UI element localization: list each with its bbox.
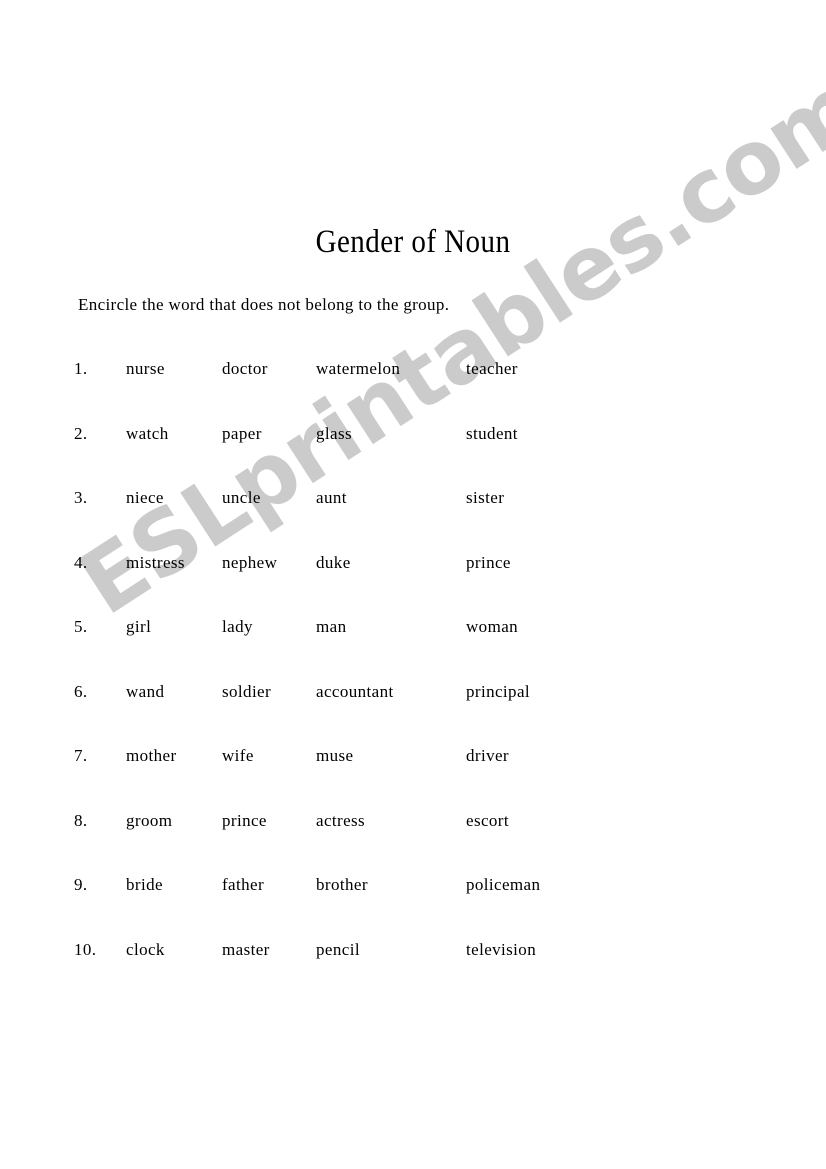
word-option-3[interactable]: duke xyxy=(316,531,466,596)
word-group-body: 1. nurse doctor watermelon teacher 2. watch pap… xyxy=(74,337,606,982)
word-option-1[interactable]: bride xyxy=(126,853,222,918)
row-number: 6. xyxy=(74,681,88,701)
word-option-3[interactable]: aunt xyxy=(316,466,466,531)
word-option-4[interactable]: student xyxy=(466,402,606,467)
word-option-2[interactable]: master xyxy=(222,918,316,983)
word-option-4[interactable]: teacher xyxy=(466,337,606,402)
word-option-2[interactable]: nephew xyxy=(222,531,316,596)
worksheet-content: Gender of Noun Encircle the word that do… xyxy=(0,0,826,1169)
word-option-3[interactable]: actress xyxy=(316,789,466,854)
word-option-2[interactable]: paper xyxy=(222,402,316,467)
table-row: 8. groom prince actress escort xyxy=(74,789,606,854)
word-option-3[interactable]: brother xyxy=(316,853,466,918)
row-number: 9. xyxy=(74,875,88,895)
word-option-1[interactable]: niece xyxy=(126,466,222,531)
word-option-4[interactable]: prince xyxy=(466,531,606,596)
word-option-4[interactable]: policeman xyxy=(466,853,606,918)
word-option-4[interactable]: television xyxy=(466,918,606,983)
word-option-1[interactable]: clock xyxy=(126,918,222,983)
word-option-1[interactable]: nurse xyxy=(126,337,222,402)
row-number: 5. xyxy=(74,617,88,637)
row-number: 10. xyxy=(74,939,97,959)
page-title: Gender of Noun xyxy=(315,224,511,261)
row-number: 4. xyxy=(74,552,88,572)
word-option-1[interactable]: girl xyxy=(126,595,222,660)
table-row: 1. nurse doctor watermelon teacher xyxy=(74,337,606,402)
table-row: 9. bride father brother policeman xyxy=(74,853,606,918)
row-number: 1. xyxy=(74,359,88,379)
word-option-2[interactable]: father xyxy=(222,853,316,918)
word-option-4[interactable]: principal xyxy=(466,660,606,725)
word-option-3[interactable]: muse xyxy=(316,724,466,789)
table-row: 2. watch paper glass student xyxy=(74,402,606,467)
row-number: 2. xyxy=(74,423,88,443)
word-option-3[interactable]: watermelon xyxy=(316,337,466,402)
word-option-2[interactable]: soldier xyxy=(222,660,316,725)
word-option-2[interactable]: uncle xyxy=(222,466,316,531)
word-option-1[interactable]: watch xyxy=(126,402,222,467)
word-option-3[interactable]: accountant xyxy=(316,660,466,725)
word-option-4[interactable]: escort xyxy=(466,789,606,854)
word-option-1[interactable]: wand xyxy=(126,660,222,725)
table-row: 3. niece uncle aunt sister xyxy=(74,466,606,531)
row-number: 8. xyxy=(74,810,88,830)
word-option-2[interactable]: lady xyxy=(222,595,316,660)
word-option-3[interactable]: glass xyxy=(316,402,466,467)
word-option-4[interactable]: woman xyxy=(466,595,606,660)
row-number: 3. xyxy=(74,488,88,508)
word-option-2[interactable]: doctor xyxy=(222,337,316,402)
word-option-1[interactable]: mother xyxy=(126,724,222,789)
word-option-2[interactable]: wife xyxy=(222,724,316,789)
word-option-1[interactable]: groom xyxy=(126,789,222,854)
word-option-4[interactable]: sister xyxy=(466,466,606,531)
word-option-3[interactable]: man xyxy=(316,595,466,660)
instructions-text: Encircle the word that does not belong t… xyxy=(78,295,450,314)
word-option-1[interactable]: mistress xyxy=(126,531,222,596)
word-option-3[interactable]: pencil xyxy=(316,918,466,983)
table-row: 5. girl lady man woman xyxy=(74,595,606,660)
table-row: 6. wand soldier accountant principal xyxy=(74,660,606,725)
table-row: 4. mistress nephew duke prince xyxy=(74,531,606,596)
table-row: 10. clock master pencil television xyxy=(74,918,606,983)
word-option-4[interactable]: driver xyxy=(466,724,606,789)
word-group-table: 1. nurse doctor watermelon teacher 2. watch pap… xyxy=(74,337,606,982)
row-number: 7. xyxy=(74,746,88,766)
table-row: 7. mother wife muse driver xyxy=(74,724,606,789)
word-option-2[interactable]: prince xyxy=(222,789,316,854)
worksheet-page: ESLprintables.com Gender of Noun Encircl… xyxy=(0,0,826,1169)
